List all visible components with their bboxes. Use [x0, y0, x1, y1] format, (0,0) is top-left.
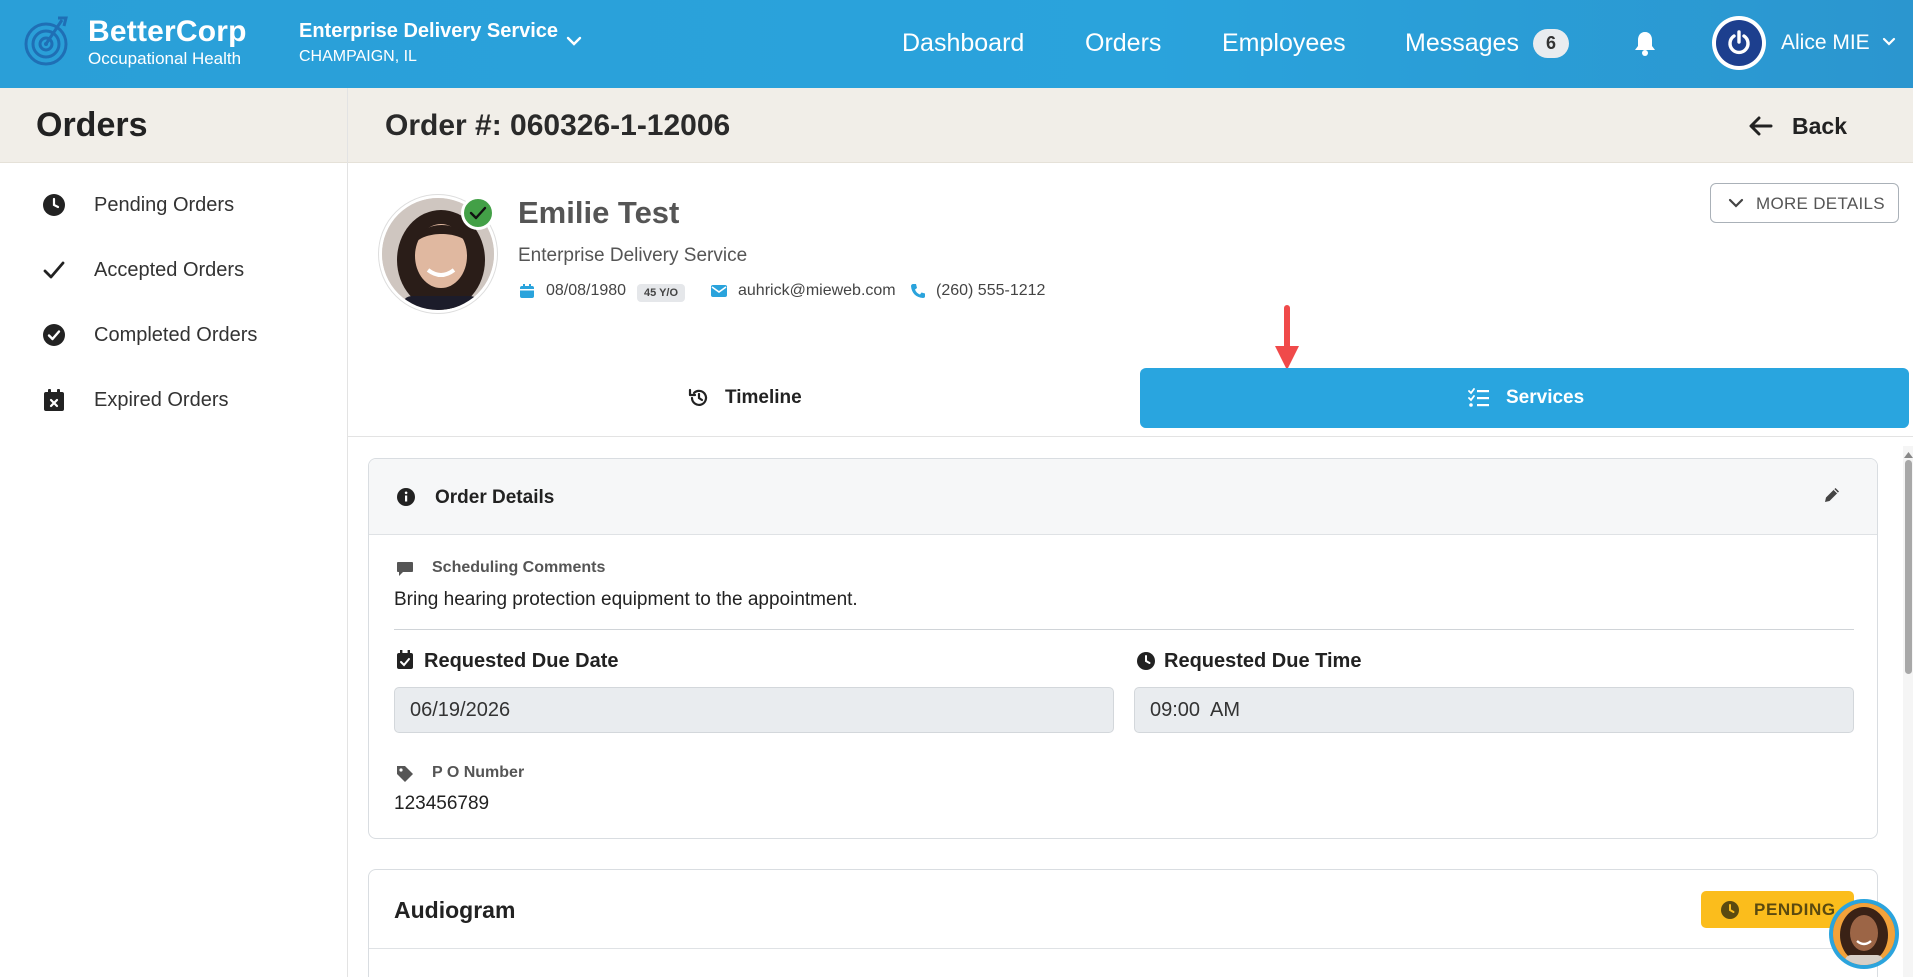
nav-dashboard[interactable]: Dashboard — [902, 28, 1024, 58]
sidebar-item-label: Pending Orders — [94, 194, 235, 216]
assistant-photo — [1833, 903, 1895, 965]
nav-messages[interactable]: Messages — [1405, 28, 1519, 58]
tab-services[interactable]: Services — [1140, 368, 1909, 428]
verified-check-icon — [461, 196, 495, 230]
tab-label: Timeline — [725, 387, 802, 408]
sidebar-item-label: Expired Orders — [94, 389, 229, 411]
list-check-icon — [1468, 388, 1489, 407]
calendar-x-icon — [42, 388, 66, 412]
clock-icon — [42, 193, 66, 217]
company-location: CHAMPAIGN, IL — [299, 48, 417, 65]
comment-icon — [397, 562, 413, 576]
sidebar-item-label: Completed Orders — [94, 324, 258, 346]
nav-orders[interactable]: Orders — [1085, 28, 1161, 58]
sidebar: Orders Pending Orders Accepted Orders Co… — [0, 88, 348, 977]
chevron-down-icon[interactable] — [1881, 35, 1897, 53]
age-badge: 45 Y/O — [637, 284, 686, 302]
tab-label: Services — [1506, 387, 1585, 408]
bell-icon[interactable] — [1633, 30, 1657, 61]
company-name: Enterprise Delivery Service — [299, 20, 559, 42]
requested-due-date-label: Requested Due Date — [424, 650, 619, 672]
check-circle-icon — [42, 323, 66, 347]
tab-timeline[interactable]: Timeline — [348, 368, 1140, 428]
card-header: Order Details — [369, 459, 1877, 535]
status-label: PENDING — [1754, 900, 1836, 919]
requested-due-date-field[interactable]: 06/19/2026 — [394, 687, 1114, 733]
tag-icon — [397, 766, 413, 782]
company-selector[interactable]: Enterprise Delivery Service CHAMPAIGN, I… — [299, 19, 558, 67]
clock-icon — [1137, 652, 1155, 670]
messages-count-badge: 6 — [1533, 29, 1569, 58]
brand-name: BetterCorp — [88, 15, 247, 48]
sidebar-item-completed-orders[interactable]: Completed Orders — [0, 309, 347, 359]
divider — [348, 436, 1913, 437]
phone-icon — [910, 280, 926, 302]
page-title: Order #: 060326-1-12006 — [385, 109, 731, 142]
po-number-label: P O Number — [432, 764, 525, 781]
patient-name: Emilie Test — [518, 195, 680, 230]
chevron-down-icon[interactable] — [565, 34, 583, 52]
sidebar-item-pending-orders[interactable]: Pending Orders — [0, 179, 347, 229]
sidebar-header: Orders — [0, 88, 347, 163]
user-name[interactable]: Alice MIE — [1781, 30, 1870, 56]
brand-subtitle: Occupational Health — [88, 49, 242, 68]
patient-company: Enterprise Delivery Service — [518, 245, 748, 266]
more-details-label: MORE DETAILS — [1756, 194, 1885, 213]
order-header: Order #: 060326-1-12006 Back — [348, 88, 1913, 163]
power-icon — [1716, 20, 1762, 66]
scrollbar-thumb[interactable] — [1905, 460, 1912, 674]
pencil-edit-icon[interactable] — [1822, 485, 1842, 505]
back-label: Back — [1792, 113, 1847, 139]
bettercorp-logo-icon[interactable] — [22, 14, 70, 72]
envelope-icon — [711, 280, 727, 302]
requested-due-time-label: Requested Due Time — [1164, 650, 1362, 672]
top-navbar: BetterCorp Occupational Health Enterpris… — [0, 0, 1913, 88]
sidebar-title: Orders — [36, 106, 148, 144]
sidebar-item-label: Accepted Orders — [94, 259, 245, 281]
order-details-card: Order Details Scheduling Comments Bring … — [368, 458, 1878, 839]
patient-phone[interactable]: (260) 555-1212 — [936, 280, 1045, 302]
audiogram-card: Audiogram — [368, 869, 1878, 977]
patient-dob: 08/08/1980 — [546, 282, 627, 299]
checkmark-icon — [42, 258, 66, 282]
arrow-left-icon — [1749, 116, 1773, 136]
history-icon — [688, 388, 708, 406]
info-icon — [397, 488, 415, 506]
user-avatar[interactable] — [1712, 16, 1766, 70]
sidebar-item-expired-orders[interactable]: Expired Orders — [0, 374, 347, 424]
divider — [394, 629, 1854, 630]
card-header: Audiogram — [369, 870, 1877, 949]
requested-due-time-field[interactable]: 09:00 AM — [1134, 687, 1854, 733]
card-title: Order Details — [435, 487, 555, 508]
nav-employees[interactable]: Employees — [1222, 28, 1346, 58]
patient-email[interactable]: auhrick@mieweb.com — [738, 280, 896, 302]
clock-icon — [1721, 901, 1739, 919]
card-title: Audiogram — [394, 897, 516, 923]
brand[interactable]: BetterCorp Occupational Health — [88, 16, 247, 69]
po-number-value: 123456789 — [394, 793, 490, 814]
calendar-icon — [519, 280, 535, 302]
scheduling-comments-value: Bring hearing protection equipment to th… — [394, 589, 858, 610]
more-details-button[interactable]: MORE DETAILS — [1710, 183, 1899, 223]
chat-assistant-avatar[interactable] — [1829, 899, 1899, 969]
scheduling-comments-label: Scheduling Comments — [432, 559, 606, 576]
calendar-check-icon — [397, 650, 413, 669]
chevron-down-icon — [1728, 198, 1744, 208]
sidebar-item-accepted-orders[interactable]: Accepted Orders — [0, 244, 347, 294]
